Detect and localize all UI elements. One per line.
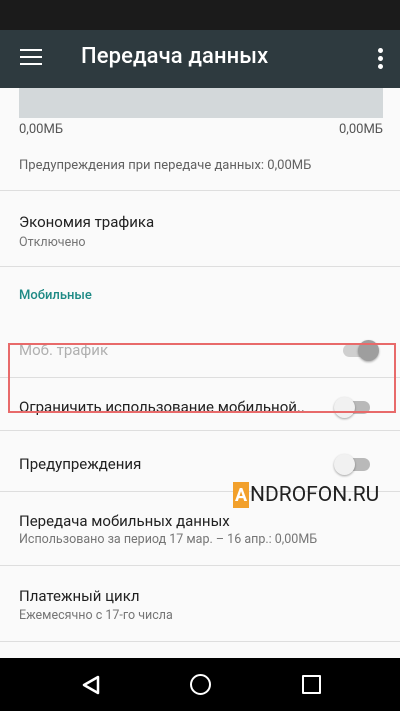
mobile-data-transfer-title: Передача мобильных данных (19, 512, 230, 530)
watermark: A NDROFON.RU (233, 482, 379, 508)
warnings-toggle[interactable] (334, 452, 374, 476)
back-icon[interactable] (80, 674, 102, 696)
divider (0, 430, 400, 431)
androfon-logo-icon: A (233, 482, 249, 508)
status-bar (0, 0, 400, 30)
menu-icon[interactable] (20, 49, 42, 67)
mobile-data-transfer-subtitle: Использовано за период 17 мар. – 16 апр.… (19, 532, 318, 547)
navigation-bar (0, 658, 400, 711)
chart-right-label: 0,00МБ (338, 122, 383, 137)
chart-left-label: 0,00МБ (19, 122, 64, 137)
warning-info-text: Предупреждения при передаче данных: 0,00… (19, 158, 312, 173)
billing-cycle-title: Платежный цикл (19, 587, 140, 605)
more-options-icon[interactable] (378, 48, 384, 70)
home-icon[interactable] (190, 674, 211, 695)
divider (0, 190, 400, 191)
traffic-saving-subtitle: Отключено (19, 235, 86, 250)
traffic-saving-title: Экономия трафика (19, 213, 155, 231)
divider (0, 565, 400, 566)
section-header-mobile: Мобильные (19, 288, 92, 303)
divider (0, 266, 400, 267)
app-bar: Передача данных (0, 30, 400, 88)
page-title: Передача данных (81, 44, 269, 69)
billing-cycle-subtitle: Ежемесячно с 17-го числа (19, 608, 173, 623)
divider (0, 641, 400, 642)
highlight-frame (8, 343, 396, 413)
watermark-text: NDROFON.RU (250, 483, 380, 507)
recent-apps-icon[interactable] (302, 675, 321, 694)
warnings-title: Предупреждения (19, 455, 142, 473)
usage-chart (19, 88, 383, 118)
